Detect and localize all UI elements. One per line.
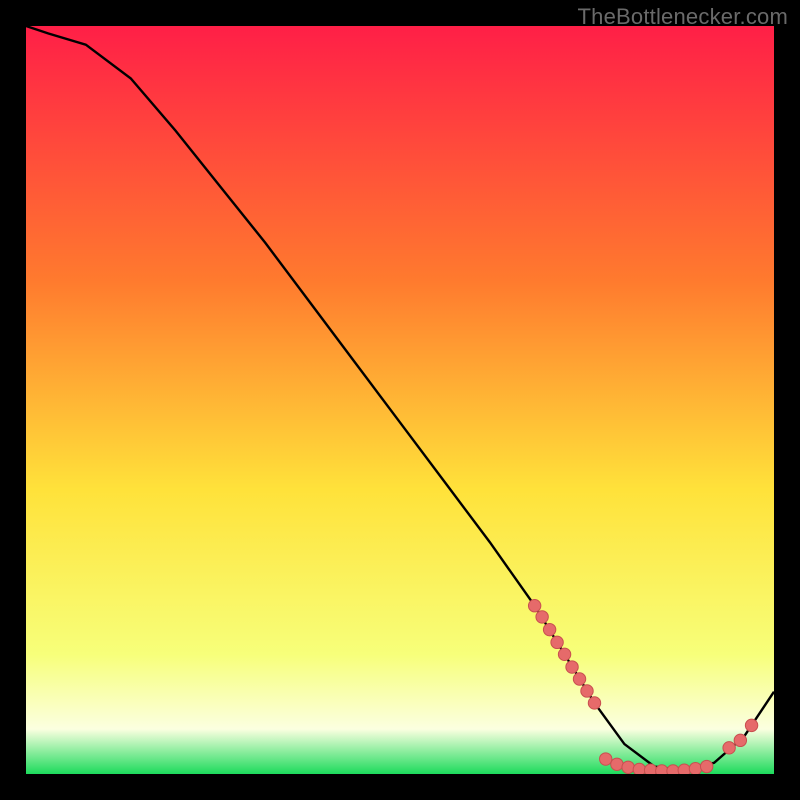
data-dot	[600, 753, 612, 765]
data-dot	[528, 600, 540, 612]
data-dot	[536, 611, 548, 623]
data-dot	[622, 761, 634, 773]
data-dot	[700, 760, 712, 772]
data-dot	[558, 648, 570, 660]
chart-plot-area	[26, 26, 774, 774]
data-dot	[588, 697, 600, 709]
chart-frame: TheBottlenecker.com	[0, 0, 800, 800]
data-dot	[551, 636, 563, 648]
data-dot	[689, 763, 701, 774]
data-dot	[745, 719, 757, 731]
data-dot	[678, 764, 690, 774]
gradient-background	[26, 26, 774, 774]
data-dot	[723, 742, 735, 754]
data-dot	[667, 765, 679, 774]
chart-svg	[26, 26, 774, 774]
data-dot	[611, 758, 623, 770]
data-dot	[633, 763, 645, 774]
data-dot	[656, 765, 668, 774]
data-dot	[543, 623, 555, 635]
data-dot	[644, 764, 656, 774]
data-dot	[581, 685, 593, 697]
data-dot	[566, 661, 578, 673]
data-dot	[734, 734, 746, 746]
data-dot	[573, 673, 585, 685]
